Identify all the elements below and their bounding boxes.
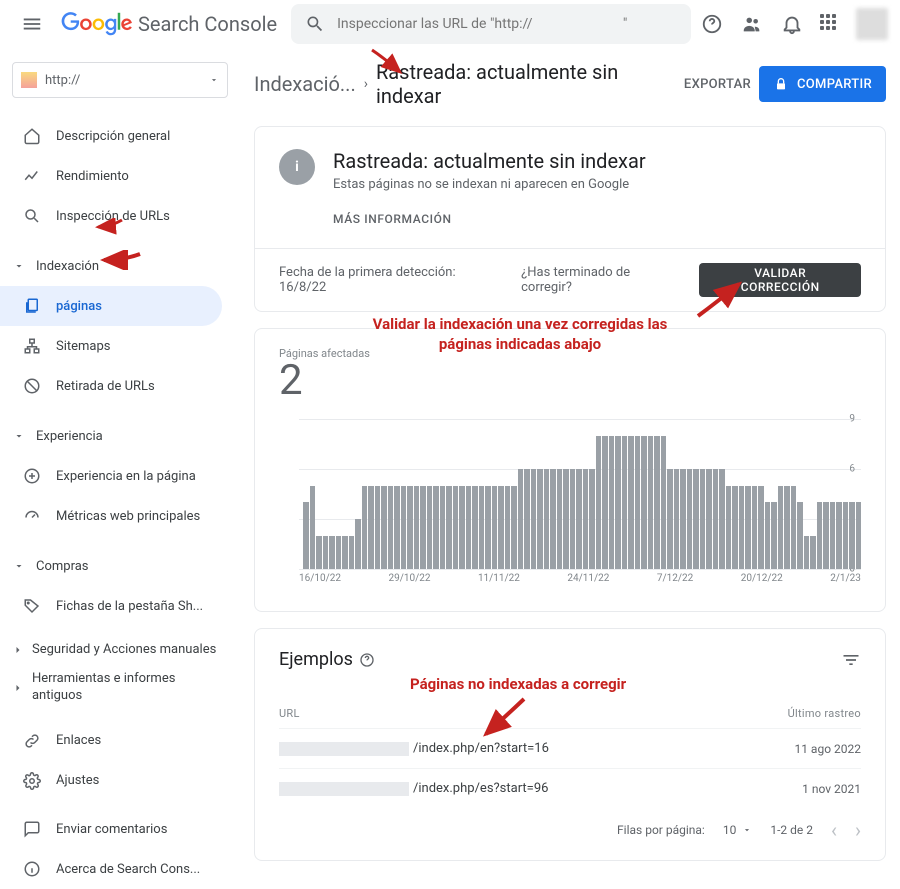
breadcrumb-current: Rastreada: actualmente sin indexar <box>376 60 650 108</box>
users-icon[interactable] <box>740 12 764 36</box>
feedback-icon <box>22 819 42 839</box>
help-icon[interactable] <box>700 12 724 36</box>
more-info-link[interactable]: MÁS INFORMACIÓN <box>333 212 646 226</box>
sidebar-section-indexing[interactable]: Indexación <box>0 246 240 286</box>
pages-icon <box>22 296 42 316</box>
sidebar-section-shopping[interactable]: Compras <box>0 546 240 586</box>
chevron-right-icon <box>12 682 24 694</box>
sidebar-section-legacy[interactable]: Herramientas e informes antiguos <box>0 665 240 711</box>
sidebar-item-pages[interactable]: páginas <box>0 286 222 326</box>
affected-pages-count: 2 <box>279 356 861 405</box>
property-selector[interactable]: http:// <box>12 62 228 98</box>
breadcrumb-parent[interactable]: Indexació... <box>254 72 356 96</box>
last-crawl-date: 11 ago 2022 <box>794 742 861 756</box>
sidebar-item-url-inspection[interactable]: Inspección de URLs <box>0 196 222 236</box>
first-detected: Fecha de la primera detección: 16/8/22 <box>279 265 505 295</box>
validate-question: ¿Has terminado de corregir? <box>521 265 683 295</box>
export-button[interactable]: EXPORTAR <box>658 75 751 93</box>
chevron-down-icon <box>12 430 26 442</box>
sidebar-item-removals[interactable]: Retirada de URLs <box>0 366 222 406</box>
help-icon[interactable] <box>359 652 375 668</box>
notifications-icon[interactable] <box>780 12 804 36</box>
column-header-url[interactable]: URL <box>279 707 770 720</box>
sidebar-item-page-experience[interactable]: Experiencia en la página <box>0 456 222 496</box>
status-card: i Rastreada: actualmente sin indexar Est… <box>255 127 885 249</box>
sidebar-item-about[interactable]: Acerca de Search Cons... <box>0 849 222 889</box>
gear-icon <box>22 771 42 791</box>
download-icon <box>658 75 676 93</box>
pagination-range: 1-2 de 2 <box>770 823 813 837</box>
redacted-host <box>279 742 409 756</box>
next-page-button[interactable]: › <box>855 818 861 842</box>
chevron-down-icon <box>742 825 752 835</box>
sidebar-section-security[interactable]: Seguridad y Acciones manuales <box>0 636 240 665</box>
apps-icon[interactable] <box>820 14 840 34</box>
rows-per-page-select[interactable]: 10 <box>723 823 753 837</box>
rows-per-page-label: Filas por página: <box>617 823 705 837</box>
speed-icon <box>22 506 42 526</box>
examples-title: Ejemplos <box>279 649 353 670</box>
url-path: /index.php/es?start=96 <box>413 781 548 796</box>
sidebar-item-settings[interactable]: Ajustes <box>0 761 222 801</box>
search-input[interactable] <box>337 16 677 32</box>
sidebar-item-overview[interactable]: Descripción general <box>0 116 222 156</box>
sidebar-section-experience[interactable]: Experiencia <box>0 416 240 456</box>
info-icon <box>22 859 42 879</box>
sidebar-item-shopping-listings[interactable]: Fichas de la pestaña Sh... <box>0 586 222 626</box>
chevron-down-icon <box>12 560 26 572</box>
performance-icon <box>22 166 42 186</box>
breadcrumb: Indexació... › Rastreada: actualmente si… <box>254 60 886 108</box>
menu-button[interactable] <box>12 4 52 44</box>
product-logo: Search Console <box>60 12 277 36</box>
prev-page-button[interactable]: ‹ <box>831 818 837 842</box>
table-row[interactable]: /index.php/en?start=16 11 ago 2022 <box>279 728 861 768</box>
redacted-host <box>279 782 409 796</box>
status-title: Rastreada: actualmente sin indexar <box>333 149 646 173</box>
avatar[interactable] <box>856 8 888 40</box>
column-header-last-crawl[interactable]: Último rastreo <box>770 706 861 720</box>
chevron-down-icon <box>209 75 219 85</box>
property-label: http:// <box>45 73 201 88</box>
sidebar-item-core-web-vitals[interactable]: Métricas web principales <box>0 496 222 536</box>
table-row[interactable]: /index.php/es?start=96 1 nov 2021 <box>279 768 861 808</box>
search-icon <box>22 206 42 226</box>
info-icon: i <box>279 149 315 185</box>
last-crawl-date: 1 nov 2021 <box>802 782 861 796</box>
lock-icon <box>773 76 789 92</box>
chevron-right-icon <box>12 644 24 656</box>
sidebar-item-performance[interactable]: Rendimiento <box>0 156 222 196</box>
search-icon <box>305 14 325 34</box>
sitemap-icon <box>22 336 42 356</box>
url-path: /index.php/en?start=16 <box>413 741 549 756</box>
sidebar-item-links[interactable]: Enlaces <box>0 721 222 761</box>
favicon <box>21 72 37 88</box>
chevron-right-icon: › <box>364 76 368 92</box>
chevron-down-icon <box>12 260 26 272</box>
sidebar-item-sitemaps[interactable]: Sitemaps <box>0 326 222 366</box>
tag-icon <box>22 596 42 616</box>
status-subtitle: Estas páginas no se indexan ni aparecen … <box>333 177 646 192</box>
removals-icon <box>22 376 42 396</box>
sidebar-item-feedback[interactable]: Enviar comentarios <box>0 809 222 849</box>
plus-circle-icon <box>22 466 42 486</box>
product-name: Search Console <box>138 12 277 36</box>
links-icon <box>22 731 42 751</box>
share-button[interactable]: COMPARTIR <box>759 66 886 102</box>
filter-icon[interactable] <box>841 650 861 670</box>
home-icon <box>22 126 42 146</box>
arrow-down-icon <box>770 706 784 720</box>
url-inspection-search[interactable] <box>291 4 691 44</box>
validate-fix-button[interactable]: VALIDAR CORRECCIÓN <box>699 263 861 297</box>
affected-pages-chart: Páginas afectadas 2 036916/10/2229/10/22… <box>254 328 886 612</box>
